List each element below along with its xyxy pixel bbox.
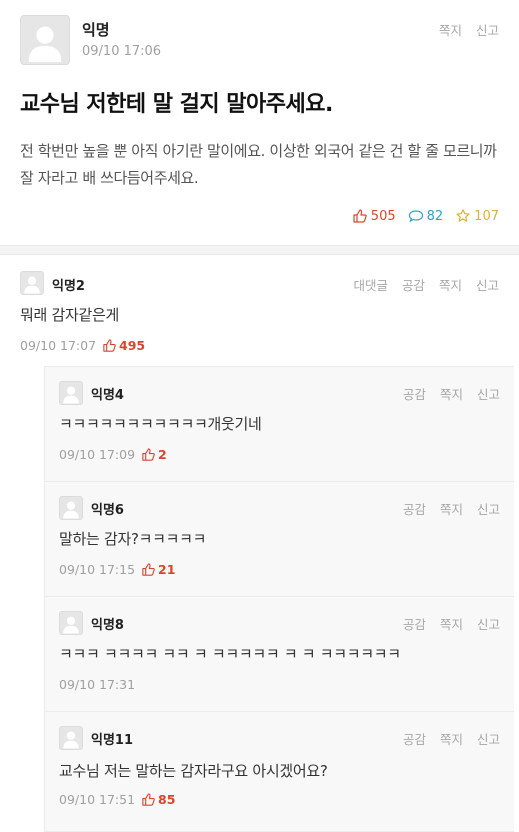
post-message-button[interactable]: 쪽지 [439, 20, 462, 39]
post-stats: 505 82 107 [352, 208, 499, 224]
reply-like-button[interactable]: 공감 [403, 614, 426, 633]
reply-actions: 공감 쪽지 신고 [403, 499, 500, 518]
reply-item: 익명8 공감 쪽지 신고 ㅋㅋㅋ ㅋㅋㅋㅋ ㅋㅋ ㅋ ㅋㅋㅋㅋㅋ ㅋ ㅋ ㅋㅋㅋ… [44, 596, 514, 711]
comment-like-stat: 495 [102, 338, 145, 353]
reply-like-stat: 21 [141, 562, 175, 577]
post-scrap-count: 107 [474, 208, 499, 224]
reply-avatar [59, 611, 83, 635]
reply-text: 말하는 감자?ㅋㅋㅋㅋㅋ [59, 530, 207, 548]
reply-like-stat: 85 [141, 792, 175, 807]
reply-report-button[interactable]: 신고 [477, 499, 500, 518]
section-divider [0, 245, 519, 255]
reply-author-name: 익명6 [91, 503, 124, 518]
reply-like-button[interactable]: 공감 [403, 499, 426, 518]
reply-avatar [59, 381, 83, 405]
reply-meta: 09/10 17:31 [59, 677, 135, 692]
post-like-stat[interactable]: 505 [352, 208, 396, 224]
reply-like-button[interactable]: 공감 [403, 384, 426, 403]
post-actions: 쪽지 신고 [439, 20, 499, 39]
thumbs-up-icon [103, 339, 116, 352]
reply-actions: 공감 쪽지 신고 [403, 729, 500, 748]
reply-message-button[interactable]: 쪽지 [440, 614, 463, 633]
post-report-button[interactable]: 신고 [476, 20, 499, 39]
post-comment-count: 82 [426, 208, 444, 224]
thumbs-up-icon [353, 209, 367, 223]
reply-timestamp: 09/10 17:51 [59, 792, 136, 807]
reply-meta: 09/10 17:51 85 [59, 792, 175, 807]
reply-like-count: 85 [158, 792, 176, 807]
post-timestamp: 09/10 17:06 [82, 44, 162, 59]
reply-actions: 공감 쪽지 신고 [403, 614, 500, 633]
reply-timestamp: 09/10 17:31 [59, 677, 136, 692]
reply-message-button[interactable]: 쪽지 [440, 729, 463, 748]
post-like-count: 505 [370, 208, 396, 224]
reply-like-stat: 2 [141, 447, 167, 462]
reply-text: ㅋㅋㅋ ㅋㅋㅋㅋ ㅋㅋ ㅋ ㅋㅋㅋㅋㅋ ㅋ ㅋ ㅋㅋㅋㅋㅋㅋ [59, 645, 401, 663]
reply-like-button[interactable]: 공감 [403, 729, 426, 748]
reply-text: 교수님 저는 말하는 감자라구요 아시겠어요? [59, 762, 328, 780]
reply-actions: 공감 쪽지 신고 [403, 384, 500, 403]
reply-avatar [59, 496, 83, 520]
post-scrap-stat[interactable]: 107 [455, 208, 499, 224]
comment-report-button[interactable]: 신고 [476, 275, 499, 294]
reply-timestamp: 09/10 17:15 [59, 562, 136, 577]
reply-timestamp: 09/10 17:09 [59, 447, 136, 462]
post-title: 교수님 저한테 말 걸지 말아주세요. [20, 92, 333, 117]
thumbs-up-icon [142, 793, 155, 806]
reply-like-count: 21 [158, 562, 176, 577]
thumbs-up-icon [142, 563, 155, 576]
comment-like-count: 495 [119, 338, 146, 353]
reply-item: 익명6 공감 쪽지 신고 말하는 감자?ㅋㅋㅋㅋㅋ 09/10 17:15 21 [44, 481, 514, 596]
reply-item: 익명4 공감 쪽지 신고 ㅋㅋㅋㅋㅋㅋㅋㅋㅋㅋㅋ개웃기네 09/10 17:09… [44, 366, 514, 481]
reply-author-name: 익명8 [91, 618, 124, 633]
comment-text: 뭐래 감자같은게 [20, 306, 119, 324]
reply-message-button[interactable]: 쪽지 [440, 384, 463, 403]
comment-meta: 09/10 17:07 495 [20, 338, 145, 353]
star-icon [456, 209, 470, 222]
reply-meta: 09/10 17:15 21 [59, 562, 175, 577]
comment-actions: 대댓글 공감 쪽지 신고 [353, 275, 499, 294]
comment-timestamp: 09/10 17:07 [20, 338, 97, 353]
comment-avatar [20, 271, 44, 295]
thumbs-up-icon [142, 448, 155, 461]
speech-bubble-icon [408, 210, 423, 223]
post-author-avatar [20, 15, 70, 65]
comment-message-button[interactable]: 쪽지 [439, 275, 462, 294]
comment-like-button[interactable]: 공감 [402, 275, 425, 294]
reply-avatar [59, 726, 83, 750]
reply-message-button[interactable]: 쪽지 [440, 499, 463, 518]
comment-reply-button[interactable]: 대댓글 [353, 275, 388, 294]
reply-report-button[interactable]: 신고 [477, 614, 500, 633]
post-comment-stat[interactable]: 82 [408, 208, 444, 224]
post-author-name: 익명 [82, 21, 110, 39]
reply-text: ㅋㅋㅋㅋㅋㅋㅋㅋㅋㅋㅋ개웃기네 [59, 415, 262, 433]
reply-meta: 09/10 17:09 2 [59, 447, 167, 462]
reply-item: 익명11 공감 쪽지 신고 교수님 저는 말하는 감자라구요 아시겠어요? 09… [44, 711, 514, 832]
reply-like-count: 2 [158, 447, 167, 462]
reply-author-name: 익명11 [91, 733, 134, 748]
reply-report-button[interactable]: 신고 [477, 384, 500, 403]
reply-author-name: 익명4 [91, 388, 124, 403]
post-body: 전 학번만 높을 뿐 아직 아기란 말이에요. 이상한 외국어 같은 건 할 줄… [20, 142, 497, 187]
reply-report-button[interactable]: 신고 [477, 729, 500, 748]
comment-author-name: 익명2 [52, 279, 85, 294]
